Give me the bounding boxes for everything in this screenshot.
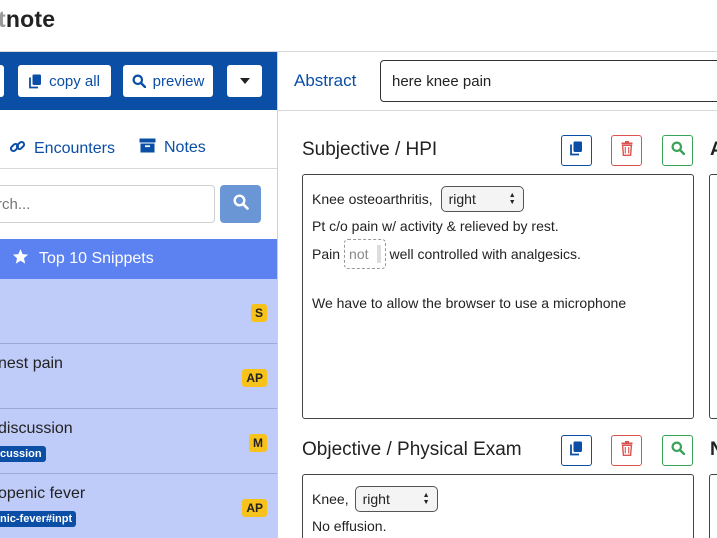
next-column-title: A <box>710 139 717 160</box>
snippet-title: nest pain <box>0 355 63 372</box>
section-title-objective: Objective / Physical Exam <box>302 439 522 460</box>
sidebar-divider <box>277 52 278 538</box>
snippet-badge: M <box>249 434 267 452</box>
abstract-label: Abstract <box>294 71 357 90</box>
next-column-editor[interactable] <box>709 474 717 538</box>
tabs-divider <box>0 168 277 169</box>
sidebar-toolbar: copy all preview <box>0 52 277 110</box>
editor-line: Pain not well controlled with analgesics… <box>312 239 581 269</box>
search-icon <box>671 141 685 160</box>
snippet-badge: AP <box>242 499 267 517</box>
sidebar-tabs: Encounters Notes <box>0 126 277 168</box>
editor-line: Pt c/o pain w/ activity & relieved by re… <box>312 218 559 234</box>
trash-icon <box>621 140 633 161</box>
select-arrows-icon: ▲ ▼ <box>422 492 430 506</box>
snippet-tag: cussion <box>0 446 46 462</box>
snippet-badge: S <box>250 304 267 322</box>
editor-line: Knee, right ▲ ▼ <box>312 486 438 512</box>
objective-editor[interactable]: Knee, right ▲ ▼ No effusion. <box>302 474 694 538</box>
caret-down-icon <box>239 78 250 84</box>
next-column-editor[interactable] <box>709 174 717 419</box>
snippet-badge: AP <box>242 369 267 387</box>
delete-section-button[interactable] <box>611 435 642 466</box>
copy-section-button[interactable] <box>561 435 592 466</box>
toolbar-dropdown-button[interactable] <box>227 65 262 97</box>
snippet-title: discussion <box>0 420 73 437</box>
archive-icon <box>139 138 156 158</box>
snippet-title: openic fever <box>0 485 86 502</box>
snippet-search-input[interactable] <box>0 185 215 223</box>
link-icon <box>9 138 26 160</box>
trash-icon <box>621 440 633 461</box>
snippet-item[interactable]: discussion cussion M <box>0 409 277 474</box>
laterality-select[interactable]: right ▲ ▼ <box>354 486 438 512</box>
preview-button[interactable]: preview <box>123 65 213 97</box>
app-root: tnote copy all preview Encounters Notes … <box>0 0 717 538</box>
copy-icon <box>29 74 42 89</box>
search-icon <box>132 74 146 88</box>
copy-icon <box>570 141 583 161</box>
snippet-item[interactable]: openic fever nic-fever#inpt AP <box>0 474 277 538</box>
search-section-button[interactable] <box>662 435 693 466</box>
laterality-select[interactable]: right ▲ ▼ <box>440 186 524 212</box>
snippet-item[interactable]: S <box>0 279 277 344</box>
top-snippets-header[interactable]: Top 10 Snippets <box>0 239 277 279</box>
subjective-editor[interactable]: Knee osteoarthritis, right ▲ ▼ Pt c/o pai… <box>302 174 694 419</box>
search-section-button[interactable] <box>662 135 693 166</box>
next-column-title: N <box>710 439 717 460</box>
copy-icon <box>570 441 583 461</box>
editor-line: No effusion. <box>312 518 387 534</box>
delete-section-button[interactable] <box>611 135 642 166</box>
editor-line: We have to allow the browser to use a mi… <box>312 295 627 311</box>
copy-section-button[interactable] <box>561 135 592 166</box>
snippet-tag: nic-fever#inpt <box>0 511 77 527</box>
editor-line: Knee osteoarthritis, right ▲ ▼ <box>312 186 524 212</box>
search-icon <box>232 193 249 215</box>
snippet-item[interactable]: nest pain AP <box>0 344 277 409</box>
star-icon <box>12 248 29 270</box>
app-logo: tnote <box>0 6 56 32</box>
search-button[interactable] <box>220 185 261 223</box>
tab-encounters[interactable]: Encounters <box>9 138 115 160</box>
copy-all-button[interactable]: copy all <box>18 65 111 97</box>
select-arrows-icon: ▲ ▼ <box>508 192 516 206</box>
tab-notes[interactable]: Notes <box>139 138 206 158</box>
placeholder-field[interactable]: not <box>344 239 386 269</box>
abstract-input[interactable] <box>380 60 717 102</box>
toolbar-clipped-button[interactable] <box>0 65 4 97</box>
section-title-subjective: Subjective / HPI <box>302 139 438 160</box>
search-icon <box>671 441 685 460</box>
abstract-divider <box>278 110 717 111</box>
